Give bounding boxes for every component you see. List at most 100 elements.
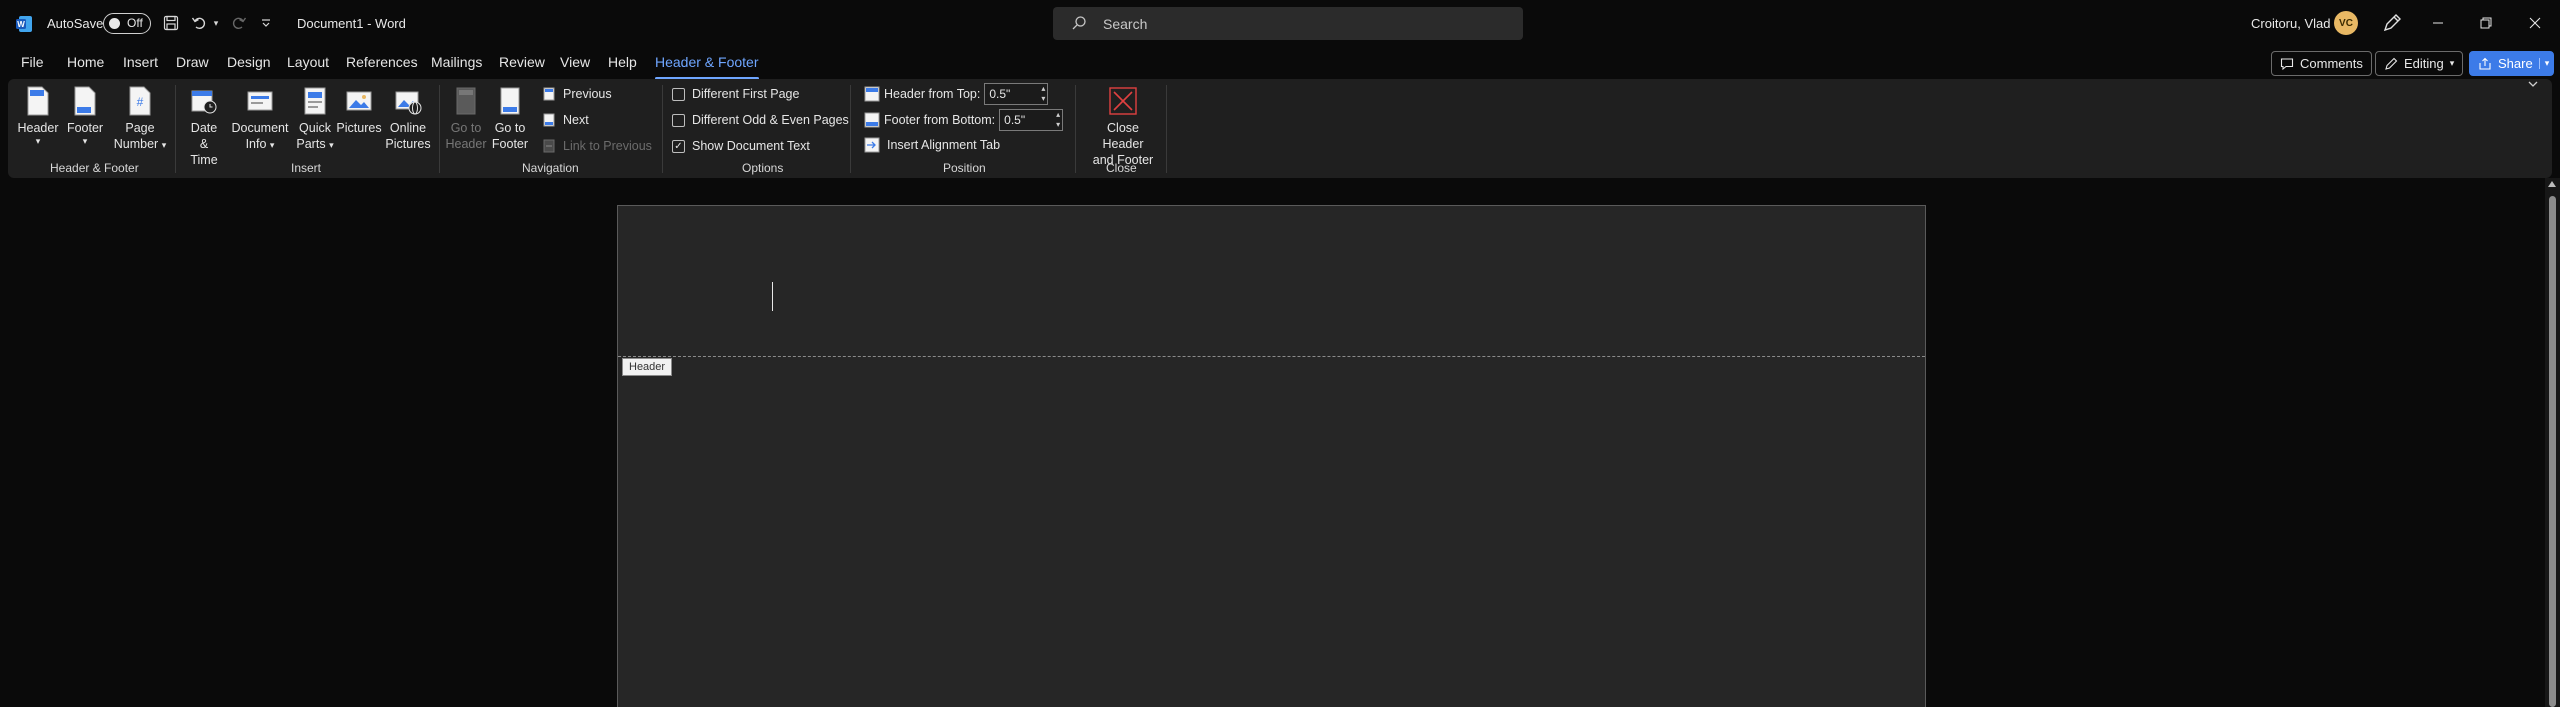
pictures-label: Pictures [336,121,382,135]
customize-toolbar-icon[interactable] [258,12,274,34]
group-separator [662,85,663,173]
restore-icon[interactable] [2472,10,2500,36]
undo-icon[interactable] [188,12,210,34]
next-button[interactable]: Next [542,113,589,127]
show-document-text-label: Show Document Text [692,139,810,153]
close-window-icon[interactable] [2521,10,2549,36]
tab-references[interactable]: References [346,54,418,70]
document-info-button[interactable]: Document Info ▾ [230,84,290,153]
autosave-toggle[interactable]: Off [103,13,151,34]
editing-button[interactable]: Editing ▾ [2375,51,2464,76]
next-icon [543,113,555,127]
quick-parts-button[interactable]: Quick Parts ▾ [295,84,335,153]
group-separator [1166,85,1167,173]
scroll-up-icon[interactable] [2548,181,2556,187]
header-tag: Header [622,358,673,376]
go-to-footer-label-2: Footer [491,137,529,151]
scrollbar-thumb[interactable] [2549,196,2556,707]
user-name[interactable]: Croitoru, Vlad [2251,16,2330,31]
page-number-label-1: Page [125,121,155,135]
ribbon-tabs: File Home Insert Draw Design Layout Refe… [0,48,2560,80]
tab-header-footer[interactable]: Header & Footer [655,54,759,80]
search-box[interactable]: Search [1053,7,1523,40]
undo-dropdown-icon[interactable]: ▾ [210,12,222,34]
close-header-footer-button[interactable]: Close Header and Footer [1085,84,1161,168]
footer-icon [68,84,102,118]
designer-pen-icon[interactable] [2381,12,2403,37]
tab-insert[interactable]: Insert [123,54,158,70]
different-first-page-checkbox[interactable]: Different First Page [672,87,799,101]
picture-icon [342,84,376,118]
footer-from-bottom-input[interactable]: 0.5" ▴ ▾ [999,109,1064,131]
header-from-top-label: Header from Top: [884,87,981,101]
share-button[interactable]: Share ▾ [2469,51,2555,76]
different-odd-even-label: Different Odd & Even Pages [692,113,849,127]
tab-design[interactable]: Design [227,54,271,70]
page-number-button[interactable]: # Page Number ▾ [109,84,171,153]
close-red-x-icon [1106,84,1140,118]
tab-home[interactable]: Home [67,54,104,70]
document-page[interactable]: Header [617,205,1926,707]
header-from-top-input[interactable]: 0.5" ▴ ▾ [984,83,1049,105]
footer-label: Footer [66,121,104,135]
minimize-icon[interactable] [2424,10,2452,36]
tab-review[interactable]: Review [499,54,545,70]
tab-mailings[interactable]: Mailings [431,54,482,70]
tab-help[interactable]: Help [608,54,637,70]
calendar-icon [187,84,221,118]
previous-button[interactable]: Previous [542,87,612,101]
chevron-down-icon: ▾ [2449,58,2455,68]
previous-label: Previous [563,87,612,101]
go-to-footer-icon [493,84,527,118]
pictures-button[interactable]: Pictures [336,84,382,136]
link-to-previous-button[interactable]: Link to Previous [542,139,652,153]
go-to-footer-button[interactable]: Go to Footer [490,84,530,152]
show-document-text-checkbox[interactable]: ✓ Show Document Text [672,139,810,153]
footer-button[interactable]: Footer ▾ [67,84,103,146]
header-button[interactable]: Header ▾ [17,84,59,146]
different-odd-even-checkbox[interactable]: Different Odd & Even Pages [672,113,849,127]
header-label: Header [17,121,59,135]
quick-parts-icon [298,84,332,118]
text-cursor [772,282,773,311]
editing-label: Editing [2404,56,2444,71]
quick-parts-label-1: Quick [299,121,331,135]
date-time-label-2: Time [190,153,218,167]
autosave-state: Off [127,16,143,30]
insert-alignment-tab-label: Insert Alignment Tab [887,138,1001,152]
tab-file[interactable]: File [21,54,44,70]
online-pictures-button[interactable]: Online Pictures [385,84,431,152]
header-icon [21,84,55,118]
date-time-button[interactable]: Date & Time [185,84,223,168]
avatar[interactable]: VC [2334,11,2358,35]
checkbox-unchecked [672,87,685,101]
group-separator [439,85,440,173]
redo-icon[interactable] [228,12,250,34]
footer-position-icon [864,112,880,128]
tab-view[interactable]: View [560,54,590,70]
close-label-1: Close Header [1102,121,1144,151]
autosave-label: AutoSave [47,16,104,31]
go-to-header-button[interactable]: Go to Header [446,84,487,152]
share-dropdown-icon[interactable]: ▾ [2538,58,2549,69]
tab-layout[interactable]: Layout [287,54,329,70]
comments-button[interactable]: Comments [2271,51,2372,76]
checkbox-unchecked [672,113,685,127]
online-pictures-label-2: Pictures [385,137,431,151]
spinner-arrows-icon[interactable]: ▴ ▾ [1041,84,1045,104]
online-pictures-label-1: Online [389,121,427,135]
collapse-ribbon-icon[interactable] [2527,78,2539,93]
next-label: Next [563,113,589,127]
group-label-options: Options [742,161,784,175]
pencil-icon [2385,57,2398,70]
word-logo-icon: W [14,14,34,34]
go-to-header-icon [449,84,483,118]
group-label-close: Close [1106,161,1137,175]
save-icon[interactable] [160,12,182,34]
header-from-top-value: 0.5" [989,87,1011,101]
spinner-arrows-icon[interactable]: ▴ ▾ [1056,110,1060,130]
previous-icon [543,87,555,101]
insert-alignment-tab-button[interactable]: Insert Alignment Tab [864,137,1000,153]
tab-draw[interactable]: Draw [176,54,209,70]
vertical-scrollbar[interactable] [2545,178,2560,707]
